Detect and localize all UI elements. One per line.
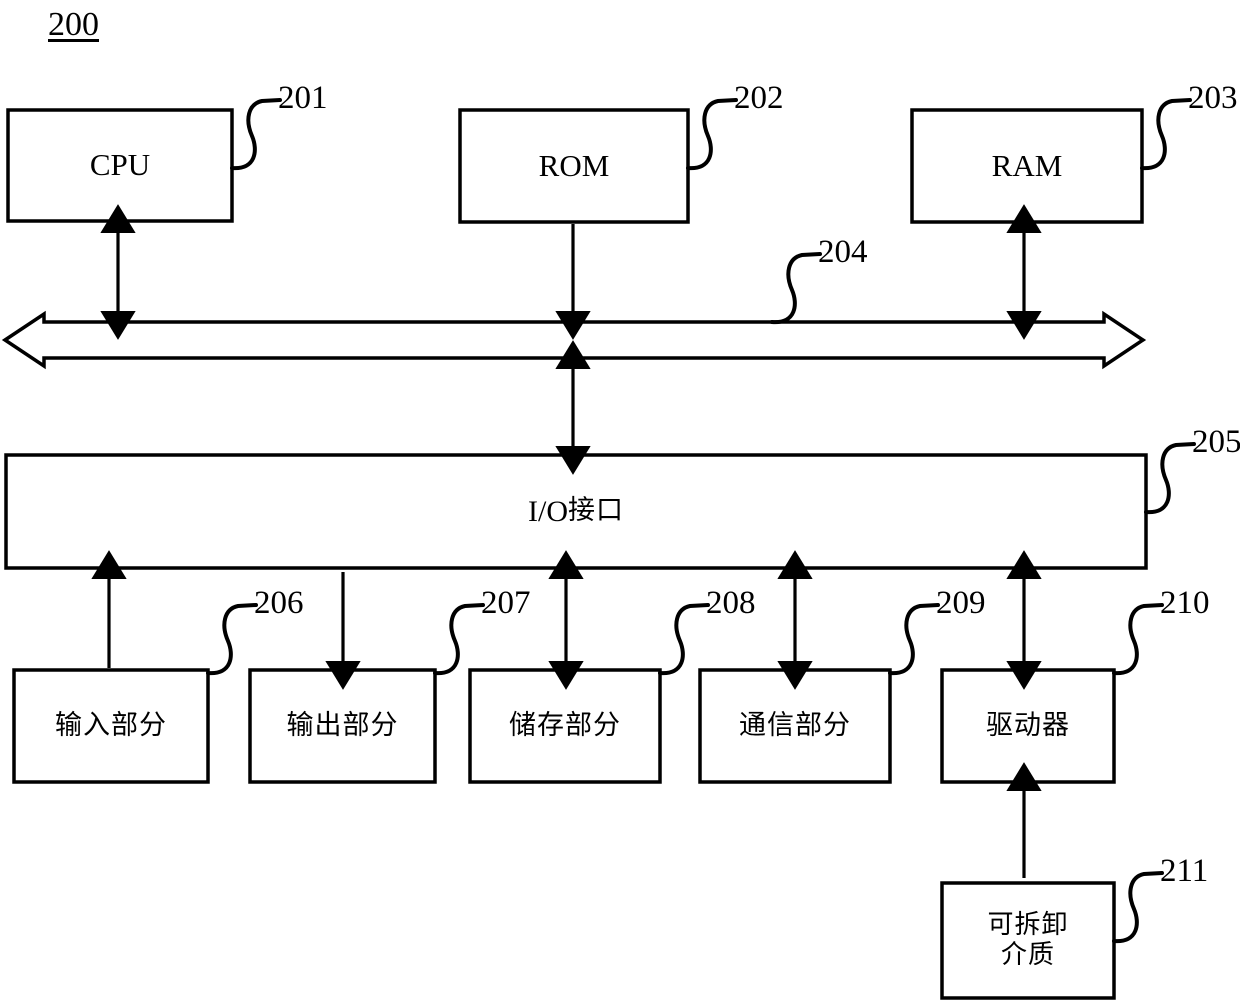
ref-numeral-207: 207 [481,585,531,621]
leader-204 [770,252,822,325]
ref-numeral-201: 201 [278,80,328,116]
leader-201 [230,98,282,171]
ref-numeral-208: 208 [706,585,756,621]
block-comm-rect [698,668,892,784]
leader-203 [1140,98,1192,171]
block-cpu-rect [6,108,234,223]
patent-figure-200: 200 CPU ROM RAM I/O 接口 输入部分 输出部分 储存部分 通信… [0,0,1240,1005]
ref-numeral-204: 204 [818,234,868,270]
ref-numeral-209: 209 [936,585,986,621]
block-input-rect [12,668,210,784]
ref-numeral-210: 210 [1160,585,1210,621]
leader-207 [433,603,485,676]
ref-numeral-203: 203 [1188,80,1238,116]
leader-210 [1112,603,1164,676]
ref-numeral-206: 206 [254,585,304,621]
leader-208 [658,603,710,676]
leader-211 [1112,871,1164,944]
ref-numeral-202: 202 [734,80,784,116]
leader-205 [1144,442,1196,515]
block-removable-rect [940,881,1116,1000]
block-output-rect [248,668,437,784]
system-bus-arrow [1,310,1147,370]
block-rom-rect [458,108,690,224]
leader-202 [686,98,738,171]
block-io-rect [4,453,1148,570]
diagram-vector-layer [1,98,1196,1000]
leader-206 [206,603,258,676]
block-ram-rect [910,108,1144,224]
ref-numeral-205: 205 [1192,424,1240,460]
block-driver-rect [940,668,1116,784]
block-storage-rect [468,668,662,784]
leader-209 [888,603,940,676]
ref-numeral-211: 211 [1160,853,1209,889]
